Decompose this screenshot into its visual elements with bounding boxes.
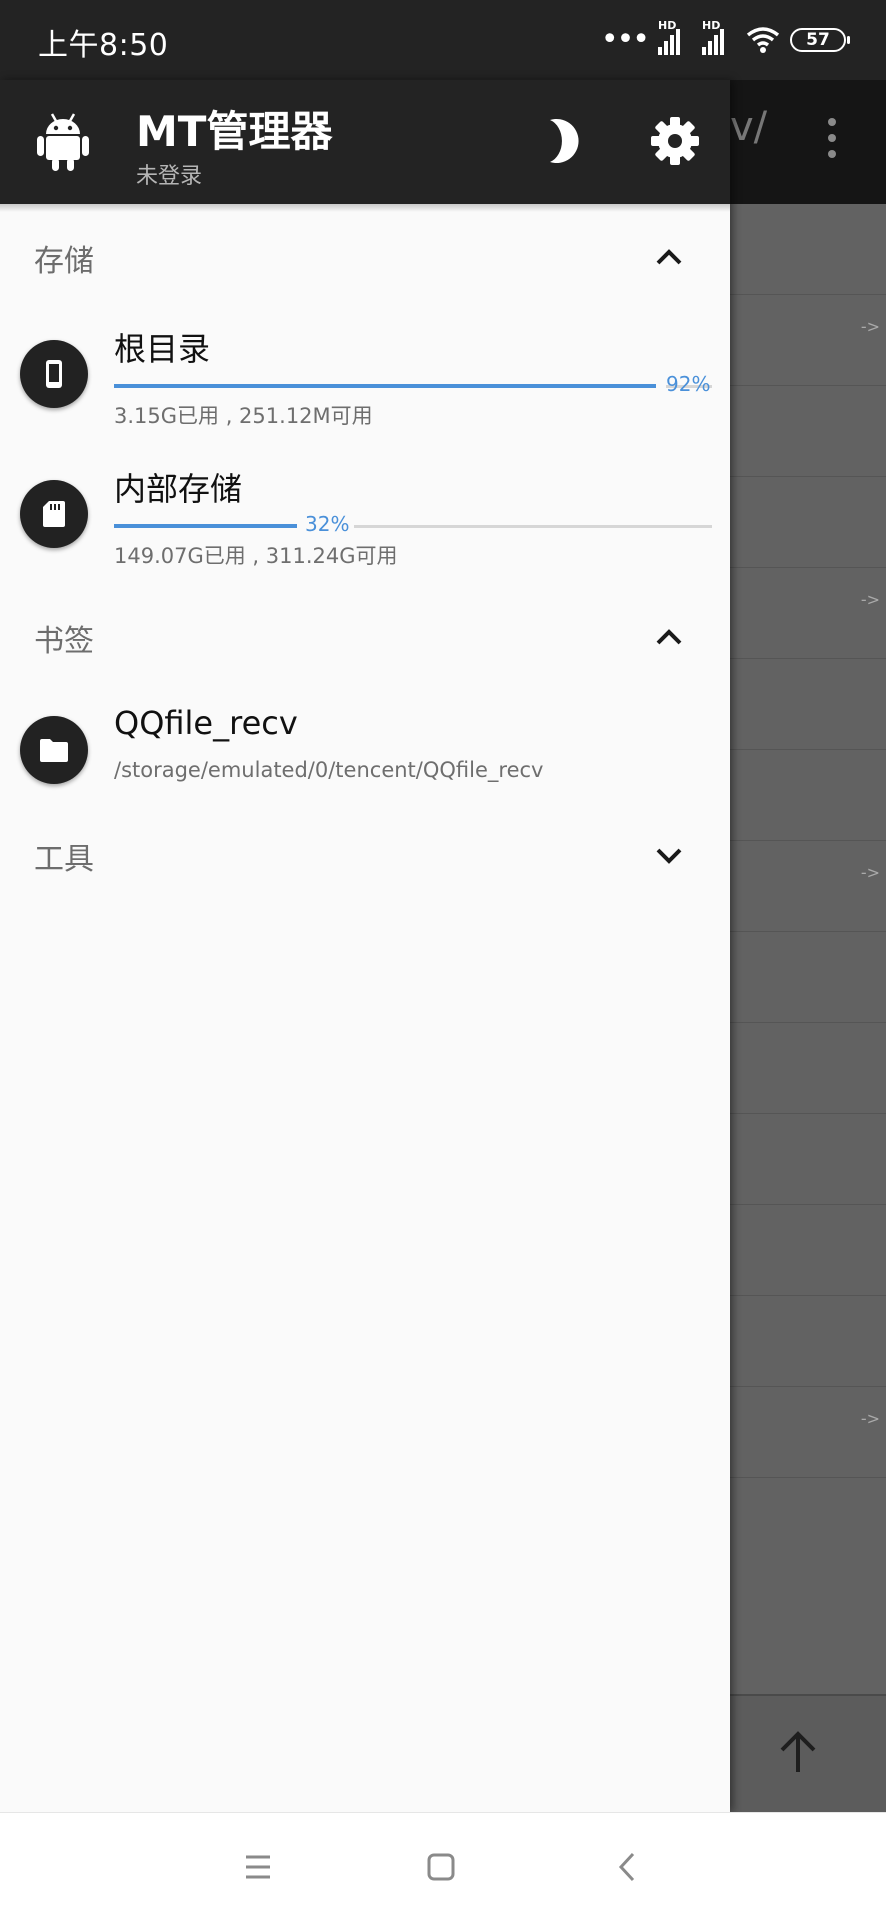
link-arrow: ->: [860, 590, 880, 609]
progress-percent: 32%: [305, 512, 350, 536]
battery-icon: 57: [790, 28, 850, 52]
list-item[interactable]: ->: [730, 568, 886, 659]
progress-fill: [114, 524, 297, 528]
menu-icon[interactable]: [238, 1847, 278, 1887]
link-arrow: ->: [860, 863, 880, 882]
bookmark-item-qqfile[interactable]: QQfile_recv /storage/emulated/0/tencent/…: [0, 704, 730, 806]
section-title: 存储: [34, 244, 94, 279]
phone-icon: [20, 340, 88, 408]
list-item[interactable]: [730, 932, 886, 1023]
app-title: MT管理器: [136, 107, 333, 156]
system-nav-bar: [0, 1812, 886, 1920]
section-bookmarks-header[interactable]: 书签: [0, 602, 730, 672]
list-item[interactable]: [730, 1296, 886, 1387]
storage-item-root[interactable]: 根目录 92% 3.15G已用 , 251.12M可用: [0, 326, 730, 436]
sd-card-icon: [20, 480, 88, 548]
link-arrow: ->: [860, 1409, 880, 1428]
android-icon[interactable]: [36, 112, 90, 172]
wifi-icon: [746, 27, 780, 53]
arrow-up-icon[interactable]: [778, 1730, 818, 1774]
list-item[interactable]: [730, 1114, 886, 1205]
section-title: 书签: [34, 624, 94, 659]
navigation-drawer: MT管理器 未登录 存储 根目录 92% 3.15G已用 , 251.12M可用…: [0, 80, 730, 1812]
folder-icon: [20, 716, 88, 784]
chevron-up-icon[interactable]: [652, 240, 686, 274]
section-storage-header[interactable]: 存储: [0, 222, 730, 292]
drawer-header: MT管理器 未登录: [0, 80, 730, 204]
progress-fill: [114, 384, 656, 388]
progress-percent: 92%: [666, 372, 711, 396]
list-item[interactable]: [730, 386, 886, 477]
background-file-list: -> -> -> ->: [730, 204, 886, 1478]
item-title: QQfile_recv: [114, 704, 298, 742]
header-shadow: [0, 204, 730, 212]
list-item[interactable]: [730, 204, 886, 295]
cell-signal-icon-2: HD: [702, 19, 736, 55]
item-title: 根目录: [114, 330, 211, 368]
moon-icon[interactable]: [536, 116, 586, 166]
gear-icon[interactable]: [650, 116, 700, 166]
list-item[interactable]: [730, 750, 886, 841]
list-item[interactable]: ->: [730, 1387, 886, 1478]
item-title: 内部存储: [114, 470, 243, 508]
section-title: 工具: [34, 842, 94, 877]
back-icon[interactable]: [608, 1847, 648, 1887]
item-path: /storage/emulated/0/tencent/QQfile_recv: [114, 758, 544, 782]
list-item[interactable]: ->: [730, 841, 886, 932]
storage-item-internal[interactable]: 内部存储 32% 149.07G已用 , 311.24G可用: [0, 466, 730, 576]
list-item[interactable]: [730, 659, 886, 750]
list-item[interactable]: [730, 477, 886, 568]
storage-progress-bar: 92%: [114, 372, 712, 398]
item-detail: 3.15G已用 , 251.12M可用: [114, 404, 373, 428]
list-item[interactable]: [730, 1205, 886, 1296]
link-arrow: ->: [860, 317, 880, 336]
section-tools-header[interactable]: 工具: [0, 820, 730, 890]
status-icons: ••• HD HD 57: [600, 19, 850, 58]
background-path: v/: [730, 104, 768, 150]
chevron-down-icon[interactable]: [652, 838, 686, 872]
status-time: 上午8:50: [38, 28, 169, 63]
list-item[interactable]: [730, 1023, 886, 1114]
home-icon[interactable]: [421, 1847, 461, 1887]
list-item[interactable]: ->: [730, 295, 886, 386]
chevron-up-icon[interactable]: [652, 620, 686, 654]
status-bar: 上午8:50 ••• HD HD 57: [0, 0, 886, 80]
storage-progress-bar: 32%: [114, 512, 712, 538]
more-vert-icon[interactable]: [820, 118, 844, 164]
cell-signal-icon: HD: [658, 19, 692, 55]
login-status[interactable]: 未登录: [136, 158, 202, 190]
signal-dots-icon: •••: [600, 22, 650, 57]
item-detail: 149.07G已用 , 311.24G可用: [114, 544, 398, 568]
